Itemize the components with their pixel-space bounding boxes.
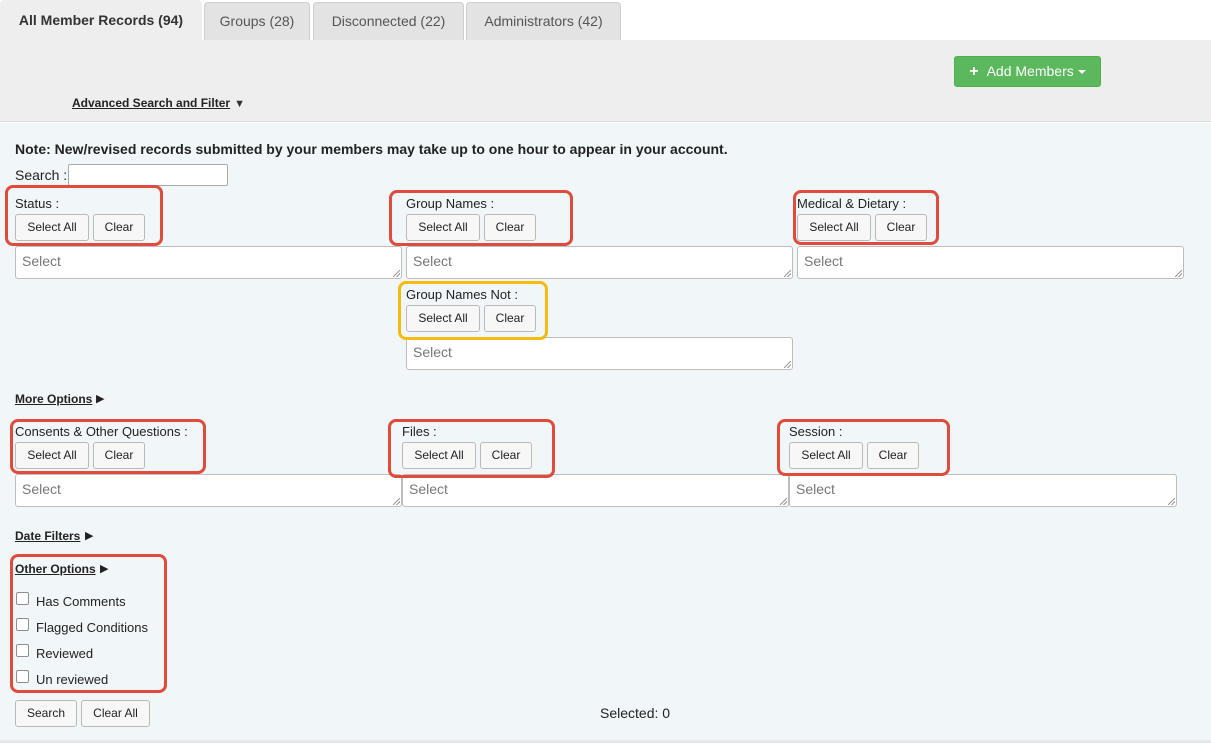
files-select-all-button[interactable]: Select All (402, 442, 476, 469)
tab-disconnected[interactable]: Disconnected (22) (313, 2, 464, 40)
plus-icon: + (969, 63, 979, 80)
resize-handle-icon[interactable] (780, 498, 787, 505)
triangle-right-icon: ▶ (100, 563, 109, 575)
medical-dietary-select-placeholder: Select (804, 253, 843, 269)
medical-dietary-select[interactable]: Select (797, 246, 1184, 279)
note-text: Note: New/revised records submitted by y… (15, 141, 728, 157)
group-names-select[interactable]: Select (406, 246, 793, 279)
group-names-not-clear-button[interactable]: Clear (484, 305, 536, 332)
medical-dietary-label: Medical & Dietary : (797, 196, 907, 211)
consents-label: Consents & Other Questions : (15, 424, 188, 439)
session-select-placeholder: Select (796, 481, 835, 497)
triangle-right-icon: ▶ (85, 530, 94, 542)
add-members-button[interactable]: + Add Members (954, 56, 1101, 87)
resize-handle-icon[interactable] (1168, 498, 1175, 505)
session-select[interactable]: Select (789, 474, 1177, 507)
resize-handle-icon[interactable] (784, 361, 791, 368)
advanced-search-toggle[interactable]: Advanced Search and Filter ▼ (72, 96, 245, 110)
search-input[interactable] (68, 164, 228, 186)
add-members-label: Add Members (986, 63, 1074, 79)
flagged-conditions-checkbox[interactable] (16, 618, 29, 631)
status-select-placeholder: Select (22, 253, 61, 269)
triangle-down-icon: ▼ (234, 98, 245, 110)
tab-bar: All Member Records (94) Groups (28) Disc… (0, 0, 1211, 40)
selected-count: Selected: 0 (600, 705, 671, 721)
has-comments-checkbox[interactable] (16, 592, 29, 605)
tab-administrators[interactable]: Administrators (42) (466, 2, 621, 40)
session-select-all-button[interactable]: Select All (789, 442, 863, 469)
status-label: Status : (15, 196, 60, 211)
reviewed-checkbox[interactable] (16, 644, 29, 657)
date-filters-label: Date Filters (15, 529, 81, 543)
medical-dietary-select-all-button[interactable]: Select All (797, 214, 871, 241)
group-names-clear-button[interactable]: Clear (484, 214, 536, 241)
tab-all-member-records[interactable]: All Member Records (94) (0, 0, 202, 40)
search-button[interactable]: Search (15, 700, 77, 727)
medical-dietary-clear-button[interactable]: Clear (875, 214, 927, 241)
group-names-not-select[interactable]: Select (406, 337, 793, 370)
flagged-conditions-label: Flagged Conditions (36, 620, 149, 635)
more-options-toggle[interactable]: More Options (15, 392, 92, 406)
files-select[interactable]: Select (402, 474, 789, 507)
group-names-not-label: Group Names Not : (406, 287, 518, 302)
resize-handle-icon[interactable] (784, 270, 791, 277)
reviewed-label: Reviewed (36, 646, 94, 661)
status-clear-button[interactable]: Clear (93, 214, 145, 241)
status-select-all-button[interactable]: Select All (15, 214, 89, 241)
advanced-search-label: Advanced Search and Filter (72, 96, 231, 110)
date-filters-toggle[interactable]: Date Filters (15, 529, 80, 543)
other-options-label: Other Options (15, 562, 96, 576)
files-label: Files : (402, 424, 437, 439)
group-names-not-select-all-button[interactable]: Select All (406, 305, 480, 332)
group-names-select-all-button[interactable]: Select All (406, 214, 480, 241)
triangle-right-icon: ▶ (96, 393, 105, 405)
status-select[interactable]: Select (15, 246, 402, 279)
caret-down-icon (1077, 70, 1086, 75)
consents-select-placeholder: Select (22, 481, 61, 497)
files-select-placeholder: Select (409, 481, 448, 497)
group-names-not-select-placeholder: Select (413, 344, 452, 360)
tab-groups[interactable]: Groups (28) (204, 2, 310, 40)
clear-all-button[interactable]: Clear All (81, 700, 150, 727)
search-label: Search : (15, 167, 68, 183)
consents-select-all-button[interactable]: Select All (15, 442, 89, 469)
consents-clear-button[interactable]: Clear (93, 442, 145, 469)
session-clear-button[interactable]: Clear (867, 442, 919, 469)
session-label: Session : (789, 424, 843, 439)
unreviewed-label: Un reviewed (36, 672, 109, 687)
resize-handle-icon[interactable] (1175, 270, 1182, 277)
group-names-label: Group Names : (406, 196, 495, 211)
group-names-select-placeholder: Select (413, 253, 452, 269)
consents-select[interactable]: Select (15, 474, 402, 507)
more-options-label: More Options (15, 392, 93, 406)
unreviewed-checkbox[interactable] (16, 670, 29, 683)
resize-handle-icon[interactable] (393, 270, 400, 277)
resize-handle-icon[interactable] (393, 498, 400, 505)
other-options-toggle[interactable]: Other Options (15, 562, 96, 576)
files-clear-button[interactable]: Clear (480, 442, 532, 469)
has-comments-label: Has Comments (36, 594, 126, 609)
